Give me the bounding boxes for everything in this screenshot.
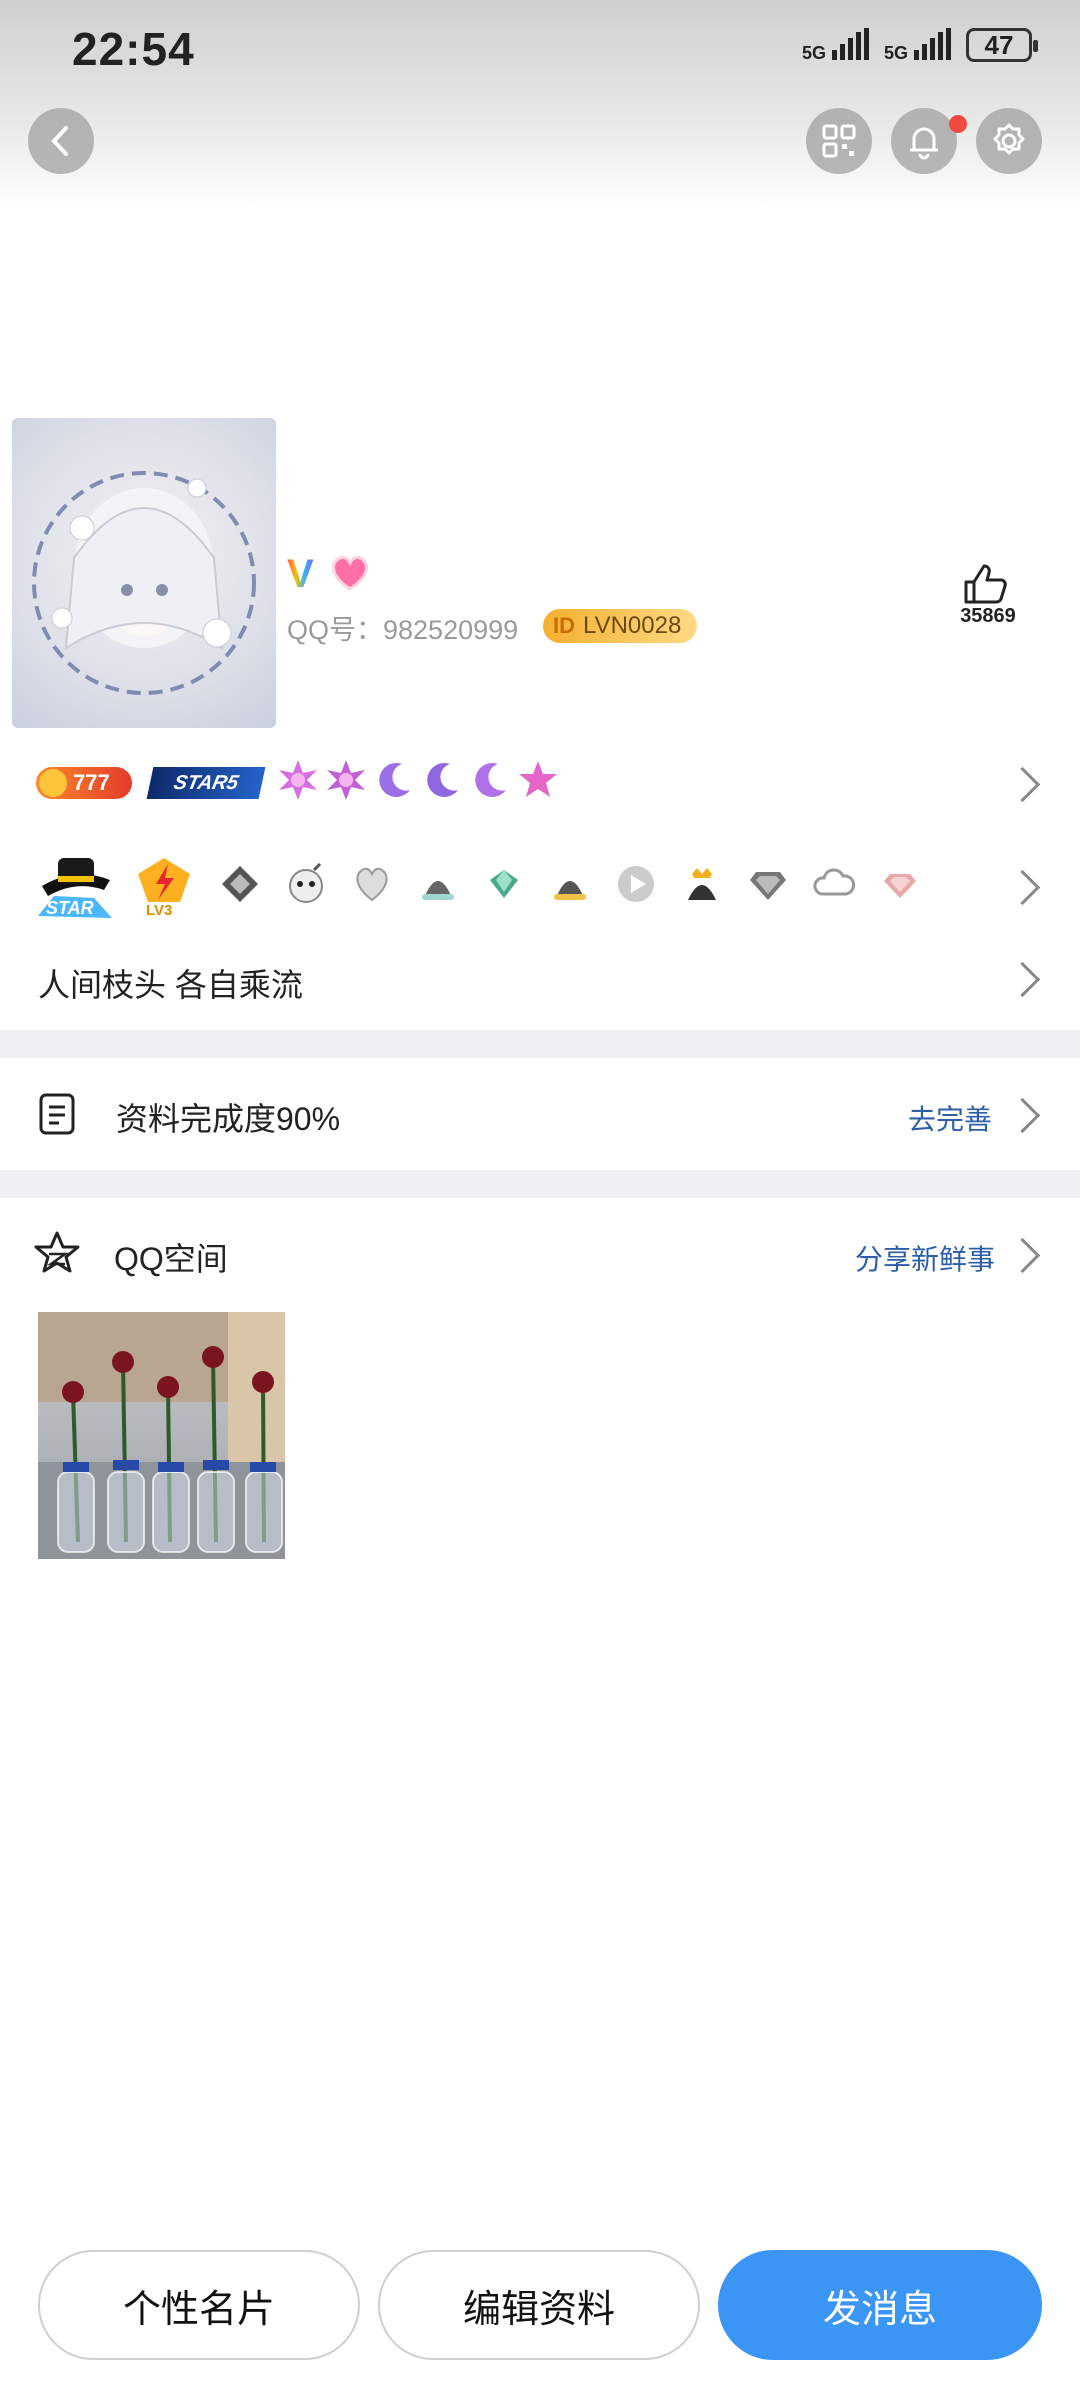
qzone-title: QQ空间 [114,1241,228,1277]
back-button[interactable] [28,108,94,174]
penguin-icon [422,881,454,900]
lightning-icon [138,858,190,902]
gear-icon [993,123,1025,155]
coin-icon [39,769,67,797]
penguin-icon-2 [554,881,586,900]
cloud-icon [813,868,856,896]
completion-chevron-icon[interactable] [1004,1097,1041,1134]
profile-card-button[interactable]: 个性名片 [38,2250,360,2360]
sun-level-icon [327,760,365,800]
edit-profile-button[interactable]: 编辑资料 [378,2250,700,2360]
penguin-gem-icon [222,866,258,902]
send-message-button[interactable]: 发消息 [718,2250,1042,2360]
thumbs-up-icon [964,564,1007,604]
id-badge[interactable]: ID LVN0028 [543,609,698,643]
avatar[interactable] [12,418,276,728]
share-news-link[interactable]: 分享新鲜事 [855,1238,995,1278]
star-outline-icon [34,1230,80,1279]
qq-number: QQ号：982520999 [287,615,519,645]
network-label: 5G [801,43,826,63]
signal-icon: 5G [802,28,870,62]
roses-photo-image [38,1312,285,1559]
play-icon [618,866,654,902]
heart-badge-icon[interactable] [328,553,372,598]
signature-text[interactable]: 人间枝头 各自乘流 [38,960,303,1006]
crown-penguin-icon [688,868,716,900]
diamond-green-icon [490,870,518,898]
notification-button[interactable] [891,108,957,174]
battery-indicator: 47 [966,28,1038,62]
vip-mark[interactable]: V [287,552,314,597]
settings-button[interactable] [976,108,1042,174]
qzone-chevron-icon[interactable] [1004,1237,1041,1274]
status-icons: 5G 5G 47 [802,28,1038,62]
hat-badge-label: STAR [46,898,94,918]
services-chevron-icon[interactable] [1004,869,1041,906]
like-count: 35869 [960,605,1016,627]
section-divider [0,1030,1080,1058]
moon-level-icon [427,762,458,797]
coin-value: 777 [73,770,110,795]
lv3-badge[interactable]: LV3 [134,856,194,920]
level-icons[interactable] [276,758,560,802]
star-level-icon [519,761,557,797]
bell-icon [910,127,938,160]
sun-level-icon [279,760,317,800]
complete-profile-link[interactable]: 去完善 [908,1098,992,1138]
signature-chevron-icon[interactable] [1004,961,1041,998]
chevron-left-icon [51,126,68,156]
avatar-image [32,471,256,695]
qzone-photo[interactable] [38,1312,285,1559]
badges-chevron-icon[interactable] [1004,766,1041,803]
network-label-2: 5G [883,43,908,63]
completion-label: 资料完成度90% [116,1101,341,1137]
coin-badge[interactable]: 777 [36,767,132,799]
notification-dot [949,115,967,133]
lv3-label: LV3 [146,902,173,919]
moon-level-icon [379,762,410,797]
qr-code-button[interactable] [806,108,872,174]
star-level-text: STAR5 [171,771,241,794]
id-badge-text: LVN0028 [583,612,682,639]
star-level-badge[interactable]: STAR5 [146,767,266,799]
service-icons[interactable] [218,862,922,906]
star-hat-badge[interactable]: STAR [34,846,118,924]
like-button[interactable] [962,562,1010,611]
signal-icon-2: 5G [884,28,952,62]
qr-code-icon [822,124,856,158]
document-icon [38,1092,78,1141]
moon-level-icon [475,762,506,797]
status-time: 22:54 [72,23,195,75]
diamond-pink-icon [884,874,916,898]
section-divider-2 [0,1170,1080,1198]
id-badge-mark: ID [553,613,575,638]
diamond-gray-icon [750,872,786,900]
bomb-icon [289,862,323,903]
heart-gem-icon [356,867,388,902]
